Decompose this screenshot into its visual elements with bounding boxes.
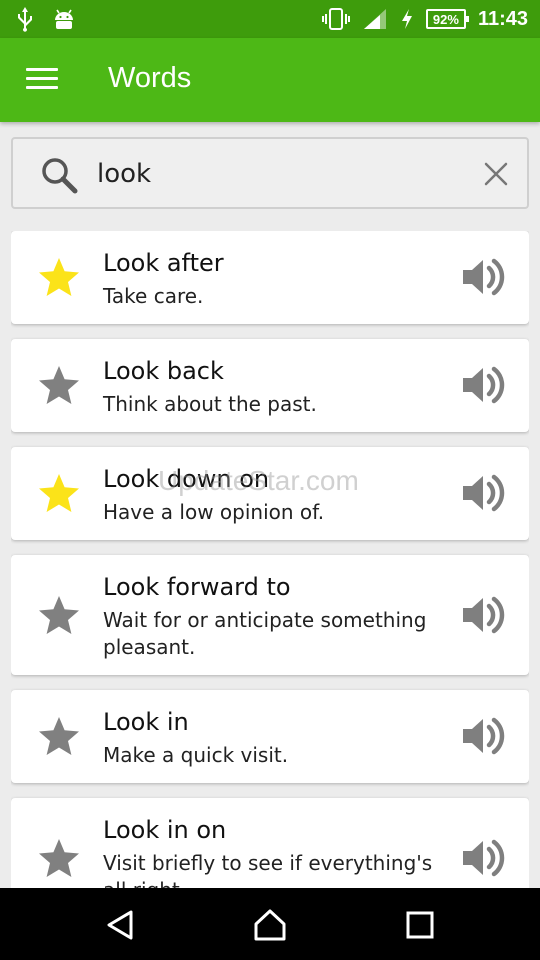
app-bar: Words — [0, 38, 540, 122]
star-icon[interactable] — [37, 471, 81, 515]
star-icon[interactable] — [37, 255, 81, 299]
list-item[interactable]: Look forward to Wait for or anticipate s… — [11, 555, 529, 675]
list-item[interactable]: Look in on Visit briefly to see if every… — [11, 798, 529, 888]
word-definition: Have a low opinion of. — [103, 500, 325, 524]
star-icon[interactable] — [37, 714, 81, 758]
recents-icon[interactable] — [403, 908, 437, 942]
list-item[interactable]: Look after Take care. — [11, 231, 529, 324]
word-title: Look down on — [103, 465, 270, 493]
menu-icon[interactable] — [26, 68, 58, 92]
word-title: Look forward to — [103, 573, 291, 601]
back-icon[interactable] — [104, 908, 138, 942]
list-item[interactable]: Look down on Have a low opinion of. — [11, 447, 529, 540]
clock: 11:43 — [477, 7, 528, 30]
charging-icon — [401, 9, 412, 29]
word-definition: Wait for or anticipate something pleasan… — [103, 608, 427, 659]
speaker-icon[interactable] — [459, 470, 505, 516]
word-definition: Take care. — [103, 284, 204, 308]
vibrate-icon — [321, 8, 350, 30]
speaker-icon[interactable] — [459, 713, 505, 759]
search-input[interactable] — [97, 153, 457, 195]
word-definition: Make a quick visit. — [103, 743, 289, 767]
star-icon[interactable] — [37, 363, 81, 407]
word-list: Look after Take care. Look back Think ab… — [11, 231, 529, 888]
page-title: Words — [108, 62, 192, 94]
list-item[interactable]: Look back Think about the past. — [11, 339, 529, 432]
list-item[interactable]: Look in Make a quick visit. — [11, 690, 529, 783]
word-title: Look back — [103, 357, 224, 385]
speaker-icon[interactable] — [459, 835, 505, 881]
navigation-bar — [0, 888, 540, 960]
word-title: Look in — [103, 708, 189, 736]
android-icon — [55, 9, 73, 29]
star-icon[interactable] — [37, 593, 81, 637]
word-definition: Think about the past. — [103, 392, 317, 416]
word-title: Look in on — [103, 816, 227, 844]
status-bar: 92% 11:43 — [0, 0, 540, 38]
battery-level: 92% — [432, 11, 459, 27]
word-title: Look after — [103, 249, 224, 277]
star-icon[interactable] — [37, 836, 81, 880]
speaker-icon[interactable] — [459, 254, 505, 300]
home-icon[interactable] — [253, 908, 287, 942]
signal-icon — [363, 9, 386, 29]
search-icon — [42, 158, 78, 194]
speaker-icon[interactable] — [459, 592, 505, 638]
word-definition: Visit briefly to see if everything's all… — [103, 851, 433, 888]
usb-icon — [18, 7, 32, 32]
search-bar — [11, 137, 529, 209]
close-icon[interactable] — [483, 161, 509, 187]
battery-icon: 92% — [425, 9, 469, 29]
speaker-icon[interactable] — [459, 362, 505, 408]
